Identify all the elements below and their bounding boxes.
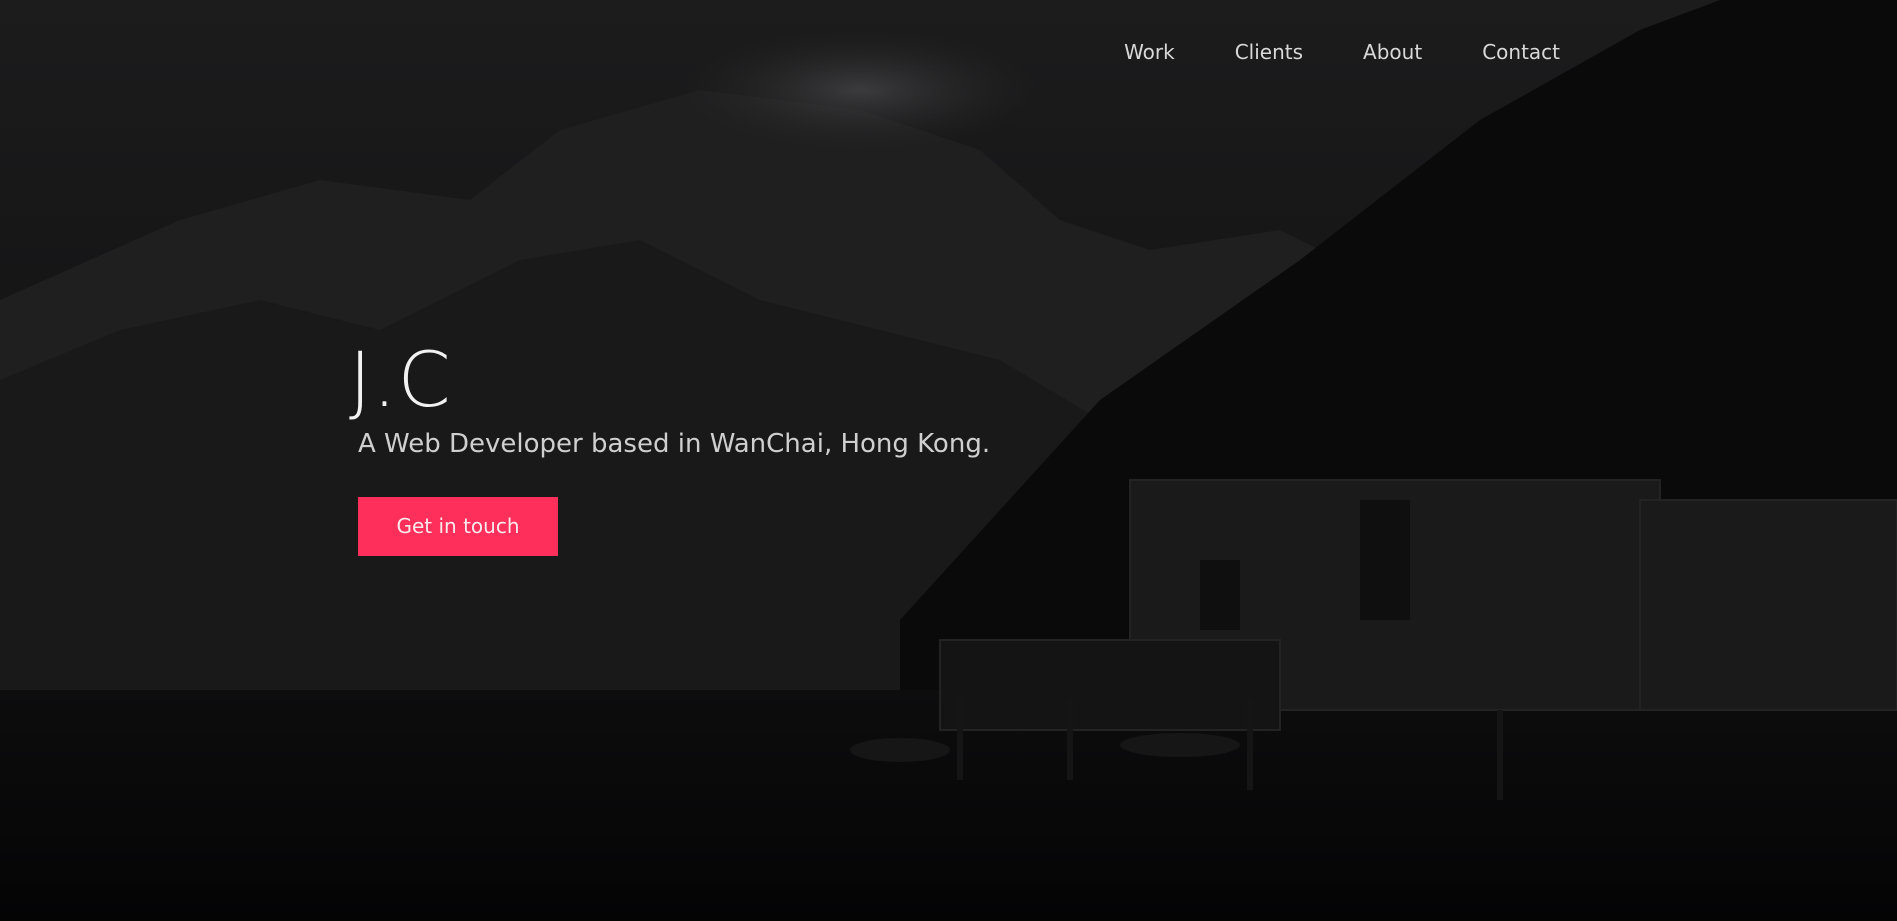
nav-link-clients[interactable]: Clients [1235,40,1303,64]
nav-link-contact[interactable]: Contact [1482,40,1560,64]
hero-content: J.C A Web Developer based in WanChai, Ho… [349,335,990,556]
hero-title: J.C [349,335,452,424]
nav-link-about[interactable]: About [1363,40,1422,64]
main-nav: Work Clients About Contact [1124,40,1560,64]
get-in-touch-button[interactable]: Get in touch [358,497,558,556]
hero-tagline: A Web Developer based in WanChai, Hong K… [358,429,991,459]
nav-link-work[interactable]: Work [1124,40,1175,64]
hero-section: Work Clients About Contact J.C A Web Dev… [0,0,1897,921]
